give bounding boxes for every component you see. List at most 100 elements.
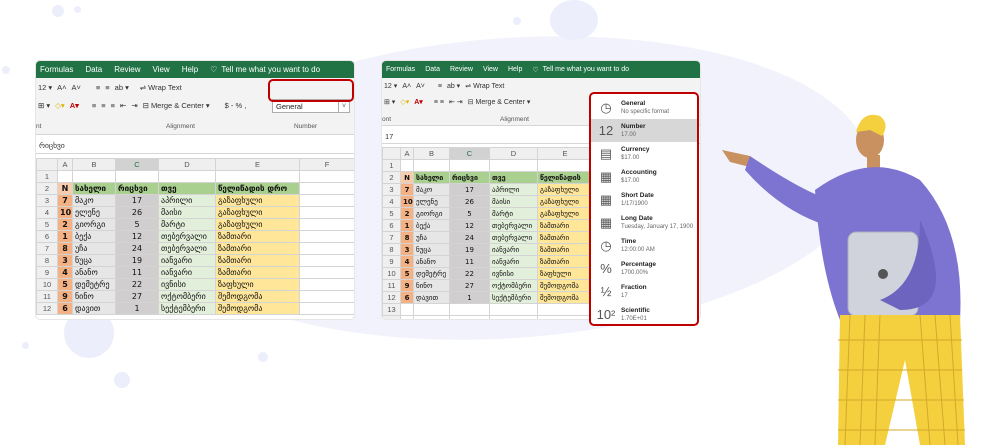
cell-name[interactable]: ბექა [72, 230, 116, 243]
cell-month[interactable] [489, 159, 538, 172]
column-header[interactable]: F [299, 158, 354, 171]
cell-number[interactable]: რიცხვი [449, 171, 490, 184]
row-header[interactable]: 5 [382, 207, 401, 220]
cell-number[interactable]: 11 [115, 266, 159, 279]
menu-data[interactable]: Data [85, 65, 102, 74]
cell-name[interactable]: მაკო [413, 183, 450, 196]
menu-help[interactable]: Help [182, 65, 198, 74]
cell-month[interactable] [489, 303, 538, 316]
cell-n[interactable] [400, 303, 414, 316]
cell-name[interactable]: დავით [72, 302, 116, 315]
column-header[interactable]: D [489, 147, 538, 160]
row-header[interactable]: 10 [382, 267, 401, 280]
row-header[interactable]: 1 [382, 159, 401, 172]
font-size-dropdown[interactable]: 12 ▾ [384, 82, 397, 91]
cell-month[interactable]: თებერვალი [158, 230, 216, 243]
cell-month[interactable]: თვე [489, 171, 538, 184]
cell-n[interactable]: 2 [400, 207, 414, 220]
cell-n[interactable]: 5 [57, 278, 73, 291]
cell-name[interactable]: ნუცა [413, 243, 450, 256]
row-header[interactable]: 6 [36, 230, 58, 243]
menu-review[interactable]: Review [450, 66, 473, 73]
cell-season[interactable] [537, 159, 593, 172]
cell-empty[interactable] [299, 290, 354, 303]
cell-number[interactable]: 5 [115, 218, 159, 231]
cell-n[interactable]: N [400, 171, 414, 184]
fill-color-icon[interactable]: ◇▾ [400, 98, 409, 106]
format-option-accounting[interactable]: ▦ Accounting $17.00 [591, 165, 697, 188]
cell-month[interactable]: ივნისი [489, 267, 538, 280]
cell-name[interactable]: ნუცა [72, 254, 116, 267]
grow-font-icon[interactable]: A˄ [402, 83, 411, 90]
cell-name[interactable]: დავით [413, 291, 450, 304]
row-header[interactable]: 11 [36, 290, 58, 303]
menu-view[interactable]: View [152, 65, 169, 74]
cell-number[interactable]: 24 [449, 231, 490, 244]
row-header[interactable]: 9 [36, 266, 58, 279]
format-option-percentage[interactable]: % Percentage 1700.00% [591, 257, 697, 280]
cell-season[interactable]: გაზაფხული [215, 218, 300, 231]
align-center-icon[interactable]: ≡ ≡ [434, 99, 444, 106]
cell-number[interactable]: 27 [449, 279, 490, 292]
cell-season[interactable]: გაზაფხული [537, 195, 593, 208]
cell-season[interactable]: ზამთარი [537, 255, 593, 268]
cell-number[interactable]: 19 [115, 254, 159, 267]
cell-number[interactable] [115, 170, 159, 183]
column-header[interactable]: D [158, 158, 216, 171]
row-header[interactable]: 3 [36, 194, 58, 207]
cell-number[interactable]: 22 [115, 278, 159, 291]
cell-month[interactable]: თებერვალი [158, 242, 216, 255]
cell-number[interactable]: 12 [449, 219, 490, 232]
cell-season[interactable]: ზამთარი [537, 219, 593, 232]
format-option-scientific[interactable]: 10² Scientific 1.70E+01 [591, 303, 697, 324]
menu-formulas[interactable]: Formulas [40, 65, 73, 74]
merge-center-button[interactable]: ⊟ Merge & Center ▾ [143, 101, 210, 110]
cell-name[interactable]: ბექა [413, 219, 450, 232]
cell-n[interactable]: 9 [400, 279, 414, 292]
cell-number[interactable] [449, 315, 490, 319]
cell-season[interactable]: გაზაფხული [537, 207, 593, 220]
cell-name[interactable]: ანანო [72, 266, 116, 279]
menu-review[interactable]: Review [114, 65, 140, 74]
cell-month[interactable]: იანვარი [489, 243, 538, 256]
row-header[interactable]: 4 [382, 195, 401, 208]
cell-number[interactable]: რიცხვი [115, 182, 159, 195]
cell-season[interactable]: ზამთარი [215, 230, 300, 243]
column-header[interactable] [36, 158, 58, 171]
row-header[interactable]: 6 [382, 219, 401, 232]
menu-help[interactable]: Help [508, 66, 522, 73]
cell-month[interactable] [158, 170, 216, 183]
cell-season[interactable]: წელიწადის [537, 171, 593, 184]
cell-n[interactable]: 8 [400, 231, 414, 244]
cell-name[interactable]: სახელი [72, 182, 116, 195]
cell-name[interactable]: მაკო [72, 194, 116, 207]
row-header[interactable]: 12 [382, 291, 401, 304]
row-header[interactable]: 7 [36, 242, 58, 255]
cell-n[interactable]: 2 [57, 218, 73, 231]
cell-month[interactable]: სექტემბერი [158, 302, 216, 315]
cell-month[interactable]: თებერვალი [489, 219, 538, 232]
cell-season[interactable]: წელიწადის დრო [215, 182, 300, 195]
align-middle-icon[interactable]: ≡ [105, 83, 109, 92]
cell-season[interactable]: ზამთარი [215, 254, 300, 267]
orientation-icon[interactable]: ab ▾ [115, 83, 129, 92]
column-header[interactable]: B [413, 147, 450, 160]
font-color-icon[interactable]: A▾ [70, 101, 79, 110]
cell-n[interactable]: 10 [57, 206, 73, 219]
cell-season[interactable]: შემოდგომა [537, 291, 593, 304]
cell-season[interactable]: ზამთარი [215, 266, 300, 279]
row-header[interactable]: 10 [36, 278, 58, 291]
cell-number[interactable]: 19 [449, 243, 490, 256]
cell-month[interactable] [489, 315, 538, 319]
decrease-indent-icon[interactable]: ⇤ [120, 101, 126, 110]
row-header[interactable]: 2 [36, 182, 58, 195]
format-option-long-date[interactable]: ▦ Long Date Tuesday, January 17, 1900 [591, 211, 697, 234]
format-option-currency[interactable]: ▤ Currency $17.00 [591, 142, 697, 165]
row-header[interactable]: 2 [382, 171, 401, 184]
cell-number[interactable]: 17 [115, 194, 159, 207]
cell-number[interactable]: 22 [449, 267, 490, 280]
cell-empty[interactable] [299, 254, 354, 267]
cell-month[interactable]: ოქტომბერი [489, 279, 538, 292]
cell-number[interactable]: 5 [449, 207, 490, 220]
cell-number[interactable]: 11 [449, 255, 490, 268]
